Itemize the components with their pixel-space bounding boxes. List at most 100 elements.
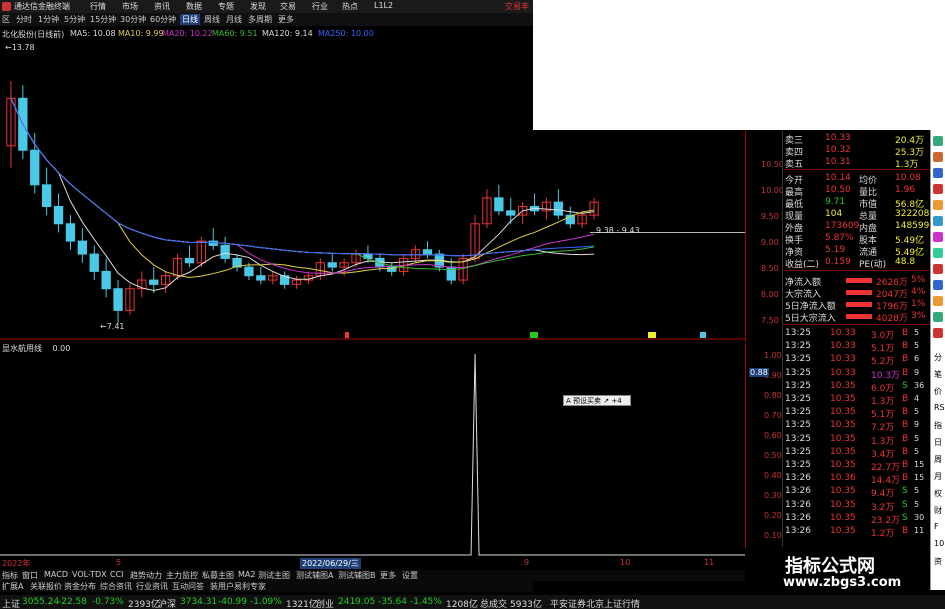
tick-price: 10.35 <box>830 446 856 457</box>
tab-zhuanjia[interactable]: 装用户易利专家 <box>210 581 266 592</box>
menu-l1l2[interactable]: L1L2 <box>374 1 393 10</box>
side-tool-icon[interactable] <box>933 216 943 226</box>
period-monthly[interactable]: 月线 <box>226 14 242 25</box>
side-tool-icon[interactable] <box>933 168 943 178</box>
app-logo-icon <box>2 2 11 11</box>
tick-price: 10.35 <box>830 512 856 523</box>
signal-marker <box>700 332 706 338</box>
tick-side: B <box>902 407 909 418</box>
tab-hangye-news[interactable]: 行业资讯 <box>136 581 168 592</box>
candle <box>77 240 88 255</box>
side-tool-icon[interactable] <box>933 232 943 242</box>
tick-side: B <box>902 328 909 338</box>
side-tool-label[interactable]: 分 <box>934 352 942 363</box>
candlestick-chart[interactable] <box>0 40 745 340</box>
tab-zhibiao[interactable]: 指标 <box>2 570 18 581</box>
tab-guanlian[interactable]: 关联报价 <box>30 581 62 592</box>
trade-button[interactable]: 交易丰 <box>505 1 529 12</box>
tab-zijin[interactable]: 资金分布 <box>64 581 96 592</box>
ma10-label: MA10: 9.99 <box>118 29 164 38</box>
menu-hangye[interactable]: 行业 <box>312 1 328 12</box>
tick-time: 13:25 <box>785 394 811 404</box>
tab-ceshi-main[interactable]: 测试主图 <box>258 570 290 581</box>
menu-hangqing[interactable]: 行情 <box>90 1 106 12</box>
period-qu[interactable]: 区 <box>2 14 10 25</box>
quote-value: 104 <box>825 209 843 219</box>
tab-ceshi-a[interactable]: 测试辅图A <box>296 570 333 581</box>
side-tool-icon[interactable] <box>933 184 943 194</box>
side-tool-label[interactable]: 权 <box>934 488 942 499</box>
period-fenshi[interactable]: 分时 <box>16 14 32 25</box>
side-tool-icon[interactable] <box>933 200 943 210</box>
tab-simu[interactable]: 私募主图 <box>202 570 234 581</box>
period-1min[interactable]: 1分钟 <box>38 14 59 25</box>
tab-cci[interactable]: CCI <box>110 570 124 579</box>
tick-volume: 10.3万 <box>871 370 901 381</box>
side-tool-icon[interactable] <box>933 152 943 162</box>
side-tool-icon[interactable] <box>933 280 943 290</box>
menu-shichang[interactable]: 市场 <box>122 1 138 12</box>
tick-side: B <box>902 446 909 457</box>
tab-macd[interactable]: MACD <box>44 570 68 579</box>
menu-zixun[interactable]: 资讯 <box>154 1 170 12</box>
tick-price: 10.33 <box>830 367 856 378</box>
side-tool-label[interactable]: 日 <box>934 437 942 448</box>
status-item[interactable]: 平安证券北京上证行情 <box>550 597 640 609</box>
side-tool-icon[interactable] <box>933 328 943 338</box>
side-tool-label[interactable]: 价 <box>934 386 942 397</box>
tab-ceshi-b[interactable]: 测试辅图B <box>338 570 376 581</box>
menu-jiaoyi[interactable]: 交易 <box>280 1 296 12</box>
period-60min[interactable]: 60分钟 <box>150 14 176 25</box>
tab-chuangkou[interactable]: 窗口 <box>22 570 38 581</box>
tab-vol-tdx[interactable]: VOL-TDX <box>72 570 107 579</box>
tab-ma2[interactable]: MA2 <box>238 570 255 579</box>
side-tool-label[interactable]: 指 <box>934 420 942 431</box>
spike-line <box>0 353 745 556</box>
tab-hudong[interactable]: 互动问答 <box>172 581 204 592</box>
date-axis: 2022年 5 2022/06/29/三 9 10 11 <box>0 558 745 569</box>
side-tool-label[interactable]: 笔 <box>934 369 942 380</box>
menu-faxian[interactable]: 发现 <box>250 1 266 12</box>
side-tool-label[interactable]: 周 <box>934 454 942 465</box>
side-tool-label[interactable]: 10 <box>934 539 944 548</box>
period-5min[interactable]: 5分钟 <box>64 14 85 25</box>
price-tick: 8.00 <box>761 290 779 299</box>
tab-qushi[interactable]: 趋势动力 <box>130 570 162 581</box>
range-label: 9.38 - 9.43 <box>596 226 640 235</box>
side-tool-icon[interactable] <box>933 312 943 322</box>
side-tool-label[interactable]: 资 <box>934 556 942 567</box>
side-tool-icon[interactable] <box>933 248 943 258</box>
period-more[interactable]: 更多 <box>278 14 294 25</box>
tick-row: 13:25 10.35 6.0万 S 36 <box>783 380 931 394</box>
tab-kuozhan[interactable]: 扩展A <box>2 581 23 592</box>
tab-zonghe[interactable]: 综合资讯 <box>100 581 132 592</box>
menu-zhuanti[interactable]: 专题 <box>218 1 234 12</box>
tab-settings[interactable]: 设置 <box>402 570 418 581</box>
quote-row: 收益(二) 0.159 PE(动) 48.8 <box>783 256 931 270</box>
sub-indicator-chart[interactable] <box>0 352 745 557</box>
side-tool-icon[interactable] <box>933 264 943 274</box>
period-30min[interactable]: 30分钟 <box>120 14 146 25</box>
side-tool-icon[interactable] <box>933 296 943 306</box>
watermark: 指标公式网 www.zbgs3.com <box>745 548 930 593</box>
quote-label: PE(动) <box>859 260 887 270</box>
tab-zhuli[interactable]: 主力监控 <box>166 570 198 581</box>
tab-more[interactable]: 更多 <box>380 570 396 581</box>
period-daily[interactable]: 日线 <box>180 14 200 25</box>
side-tool-label[interactable]: RSI <box>934 403 945 412</box>
side-tool-label[interactable]: F <box>934 522 939 531</box>
sub-tick: 0.80 <box>764 391 782 400</box>
side-tool-label[interactable]: 月 <box>934 471 942 482</box>
tick-row: 13:26 10.35 23.2万 S 30 <box>783 512 931 526</box>
tick-time: 13:25 <box>785 433 811 444</box>
tooltip[interactable]: A 预设买卖 ↗ +4 <box>563 395 631 406</box>
tick-price: 10.35 <box>830 380 856 391</box>
side-tool-label[interactable]: 财 <box>934 505 942 516</box>
period-multi[interactable]: 多周期 <box>248 14 272 25</box>
tick-side: B <box>902 460 909 470</box>
side-tool-icon[interactable] <box>933 136 943 146</box>
menu-redian[interactable]: 热点 <box>342 1 358 12</box>
menu-shuju[interactable]: 数据 <box>186 1 202 12</box>
period-15min[interactable]: 15分钟 <box>90 14 116 25</box>
period-weekly[interactable]: 周线 <box>204 14 220 25</box>
